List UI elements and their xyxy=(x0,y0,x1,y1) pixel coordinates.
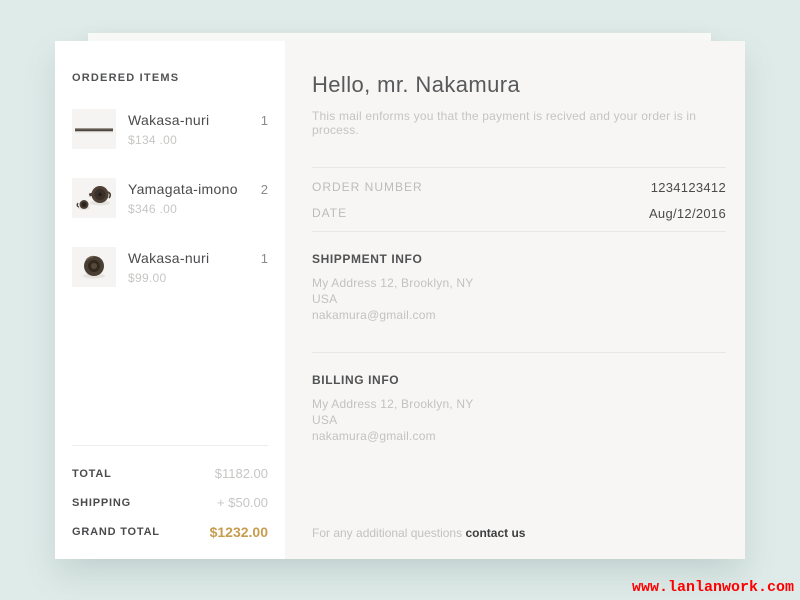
item-text: Yamagata-imono $346 .00 xyxy=(128,178,238,216)
billing-address: My Address 12, Brooklyn, NY USA nakamura… xyxy=(312,396,726,444)
order-totals: TOTAL $1182.00 SHIPPING + $50.00 GRAND T… xyxy=(72,445,268,559)
shipment-address: My Address 12, Brooklyn, NY USA nakamura… xyxy=(312,275,726,323)
contact-us-link[interactable]: contact us xyxy=(465,526,525,540)
page-title: Hello, mr. Nakamura xyxy=(312,72,726,98)
item-quantity: 1 xyxy=(261,247,268,266)
footer-note: For any additional questions contact us xyxy=(312,526,726,559)
address-line: nakamura@gmail.com xyxy=(312,428,726,444)
grand-total-row: GRAND TOTAL $1232.00 xyxy=(72,517,268,546)
item-quantity: 1 xyxy=(261,109,268,128)
footer-text: For any additional questions xyxy=(312,526,462,540)
item-text: Wakasa-nuri $134 .00 xyxy=(128,109,209,147)
list-item: Wakasa-nuri $99.00 1 xyxy=(72,247,268,287)
order-date-label: DATE xyxy=(312,206,347,220)
ordered-items-heading: ORDERED ITEMS xyxy=(72,72,268,84)
item-quantity: 2 xyxy=(261,178,268,197)
item-name: Wakasa-nuri xyxy=(128,250,209,266)
chopsticks-icon xyxy=(72,109,116,149)
total-value: $1182.00 xyxy=(215,466,268,481)
address-line: nakamura@gmail.com xyxy=(312,307,726,323)
confirmation-message: This mail enforms you that the payment i… xyxy=(312,109,726,137)
shipment-info-title: SHIPPMENT INFO xyxy=(312,252,726,266)
bowl-icon xyxy=(72,247,116,287)
shipping-value: + $50.00 xyxy=(217,495,268,510)
list-item: Wakasa-nuri $134 .00 1 xyxy=(72,109,268,149)
billing-info-title: BILLING INFO xyxy=(312,373,726,387)
order-date-value: Aug/12/2016 xyxy=(649,206,726,221)
item-price: $99.00 xyxy=(128,271,209,285)
order-confirmation-card: ORDERED ITEMS Wakasa-nuri $134 .00 1 xyxy=(55,41,745,559)
total-row: TOTAL $1182.00 xyxy=(72,459,268,488)
billing-info-section: BILLING INFO My Address 12, Brooklyn, NY… xyxy=(312,353,726,444)
ordered-items-sidebar: ORDERED ITEMS Wakasa-nuri $134 .00 1 xyxy=(55,41,285,559)
order-details-panel: Hello, mr. Nakamura This mail enforms yo… xyxy=(285,41,745,559)
list-item: Yamagata-imono $346 .00 2 xyxy=(72,178,268,218)
grand-total-label: GRAND TOTAL xyxy=(72,526,160,538)
address-line: My Address 12, Brooklyn, NY xyxy=(312,275,726,291)
teapot-icon xyxy=(72,178,116,218)
total-label: TOTAL xyxy=(72,468,112,480)
shipment-info-section: SHIPPMENT INFO My Address 12, Brooklyn, … xyxy=(312,232,726,353)
grand-total-value: $1232.00 xyxy=(210,524,268,540)
items-list: Wakasa-nuri $134 .00 1 xyxy=(72,109,268,316)
order-meta: ORDER NUMBER 1234123412 DATE Aug/12/2016 xyxy=(312,168,726,231)
address-line: USA xyxy=(312,412,726,428)
order-number-label: ORDER NUMBER xyxy=(312,180,423,194)
address-line: USA xyxy=(312,291,726,307)
order-number-row: ORDER NUMBER 1234123412 xyxy=(312,174,726,200)
order-number-value: 1234123412 xyxy=(651,180,726,195)
address-line: My Address 12, Brooklyn, NY xyxy=(312,396,726,412)
shipping-label: SHIPPING xyxy=(72,497,131,509)
item-price: $134 .00 xyxy=(128,133,209,147)
item-price: $346 .00 xyxy=(128,202,238,216)
item-name: Yamagata-imono xyxy=(128,181,238,197)
item-name: Wakasa-nuri xyxy=(128,112,209,128)
shipping-row: SHIPPING + $50.00 xyxy=(72,488,268,517)
item-text: Wakasa-nuri $99.00 xyxy=(128,247,209,285)
order-date-row: DATE Aug/12/2016 xyxy=(312,200,726,226)
watermark-url: www.lanlanwork.com xyxy=(632,579,794,596)
